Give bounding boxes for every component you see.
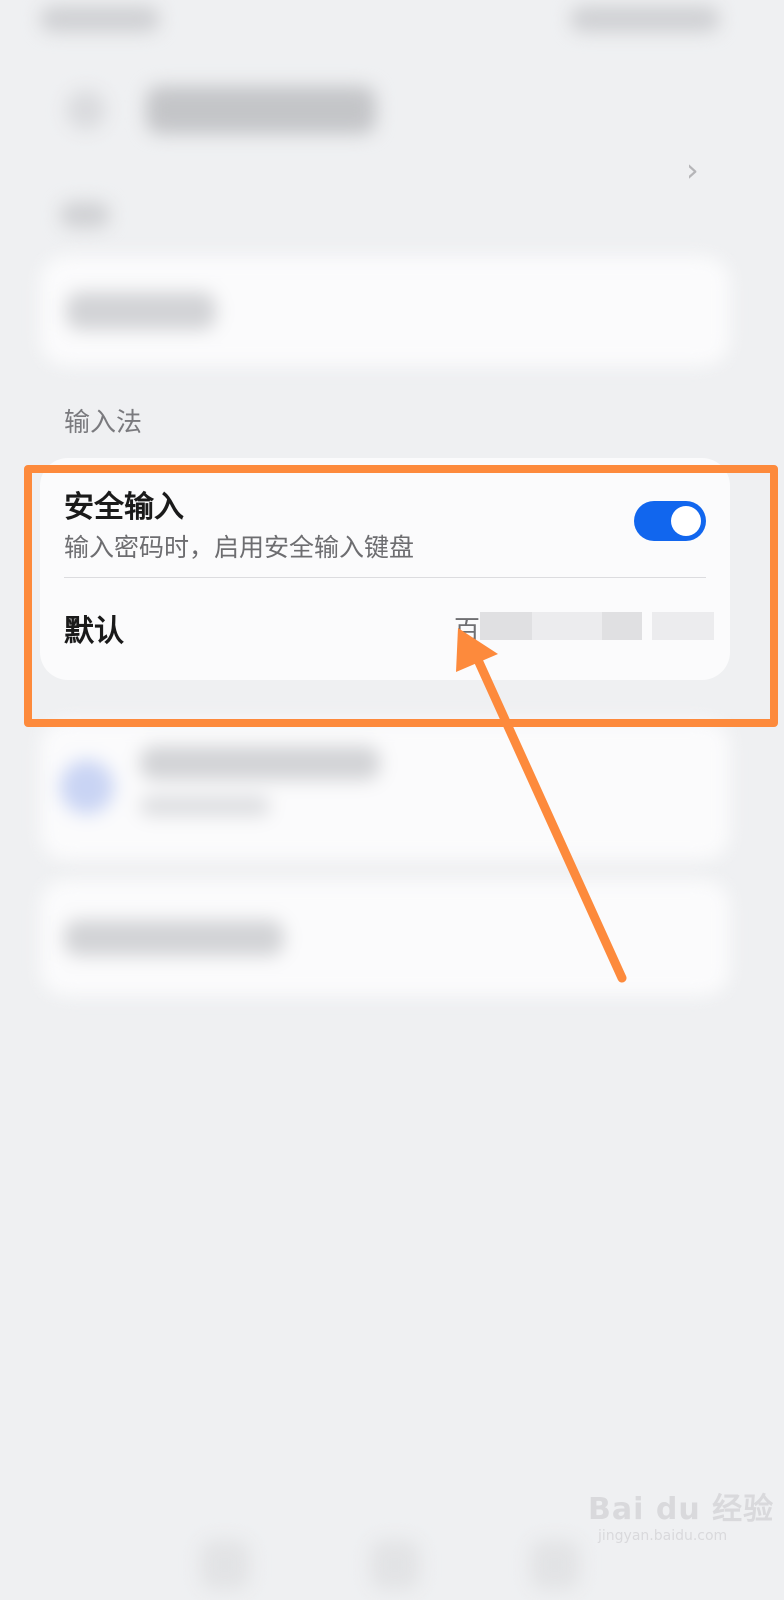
blurred-card-3 [40,880,730,996]
annotation-highlight-box [24,465,778,727]
blurred-card-1 [40,256,730,366]
watermark-sub: jingyan.baidu.com [598,1528,728,1544]
blurred-status-bar [0,0,784,40]
watermark-main: Bai du 经验 [588,1492,775,1527]
blurred-card-2 [40,720,730,860]
blurred-header [0,60,784,160]
section-label-input-method: 输入法 [64,408,143,438]
baidu-watermark: Bai du 经验 jingyan.baidu.com [588,1484,774,1544]
chevron-right-icon[interactable]: › [686,151,699,189]
blurred-section-label [60,196,120,236]
